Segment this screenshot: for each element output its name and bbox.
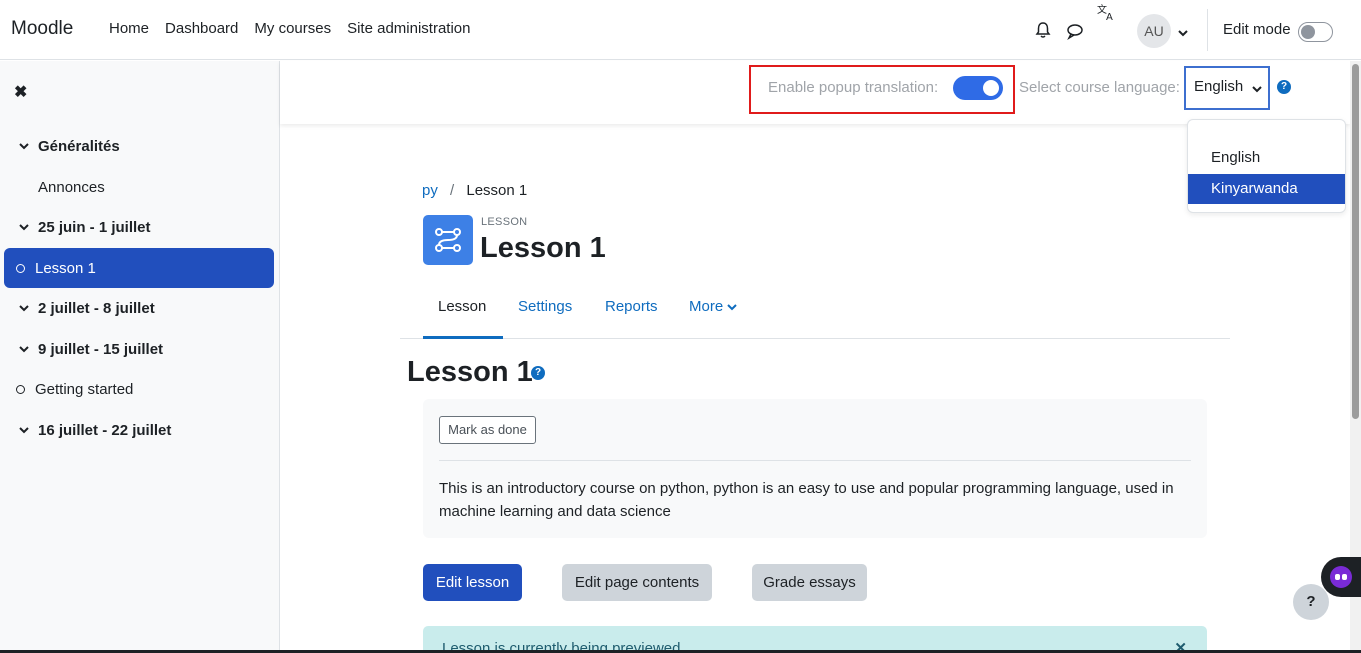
scrollbar-thumb[interactable] xyxy=(1352,64,1359,419)
course-index-section[interactable]: 25 juin - 1 juillet xyxy=(4,207,274,247)
grade-essays-button[interactable]: Grade essays xyxy=(752,564,867,601)
breadcrumb-course-link[interactable]: py xyxy=(422,182,438,199)
course-index-section[interactable]: 16 juillet - 22 juillet xyxy=(4,410,274,450)
course-index-section[interactable]: 9 juillet - 15 juillet xyxy=(4,329,274,369)
section-label: 9 juillet - 15 juillet xyxy=(38,340,164,358)
activity-type-label: LESSON xyxy=(481,216,528,228)
user-avatar[interactable]: AU xyxy=(1137,14,1171,48)
course-language-label: Select course language: xyxy=(1019,79,1180,96)
tab-more-label: More xyxy=(689,298,724,315)
selected-language: English xyxy=(1194,78,1244,95)
language-option-kinyarwanda[interactable]: Kinyarwanda xyxy=(1188,174,1345,204)
section-label: 25 juin - 1 juillet xyxy=(38,218,151,236)
secondary-navigation: Lesson Settings Reports More xyxy=(400,284,1230,339)
tab-reports[interactable]: Reports xyxy=(605,298,658,315)
completion-circle-icon xyxy=(16,384,25,394)
section-label: 2 juillet - 8 juillet xyxy=(38,299,155,317)
popup-translation-label: Enable popup translation: xyxy=(768,79,939,96)
language-dropdown-menu: English Kinyarwanda xyxy=(1187,119,1346,213)
language-option-english[interactable]: English xyxy=(1188,143,1345,173)
chatbot-icon xyxy=(1330,566,1352,588)
close-drawer-icon[interactable]: ✖ xyxy=(14,82,27,102)
chat-bubble-icon[interactable] xyxy=(1066,22,1084,44)
edit-page-contents-button[interactable]: Edit page contents xyxy=(562,564,712,601)
popup-translation-toggle[interactable] xyxy=(953,76,1003,100)
course-index-section[interactable]: Généralités xyxy=(4,126,274,166)
chevron-down-icon[interactable] xyxy=(18,422,38,439)
chevron-down-icon xyxy=(1252,86,1262,93)
footer-help-button[interactable]: ? xyxy=(1293,584,1329,620)
course-index-activity[interactable]: Getting started xyxy=(4,369,274,409)
nav-my-courses[interactable]: My courses xyxy=(254,20,331,37)
navbar-divider xyxy=(1207,9,1208,51)
activity-label: Getting started xyxy=(35,380,134,398)
course-language-select[interactable]: English xyxy=(1184,66,1270,110)
edit-mode-label: Edit mode xyxy=(1223,21,1291,38)
section-label: 16 juillet - 22 juillet xyxy=(38,421,172,439)
help-icon[interactable]: ? xyxy=(531,366,545,380)
section-label: Généralités xyxy=(38,137,120,155)
tab-settings[interactable]: Settings xyxy=(518,298,572,315)
chevron-down-icon[interactable] xyxy=(1178,24,1188,41)
course-index-activity[interactable]: Annonces xyxy=(4,167,274,207)
completion-circle-icon xyxy=(16,263,25,273)
edit-lesson-button[interactable]: Edit lesson xyxy=(423,564,522,601)
nav-dashboard[interactable]: Dashboard xyxy=(165,20,238,37)
tab-lesson[interactable]: Lesson xyxy=(438,298,486,315)
lesson-activity-icon xyxy=(423,215,473,265)
edit-mode-toggle[interactable] xyxy=(1298,22,1333,42)
preview-alert: Lesson is currently being previewed. ✕ xyxy=(423,626,1207,653)
nav-home[interactable]: Home xyxy=(109,20,149,37)
breadcrumb: py / Lesson 1 xyxy=(422,182,527,199)
chevron-down-icon[interactable] xyxy=(18,341,38,358)
course-index-activity-current[interactable]: Lesson 1 xyxy=(4,248,274,288)
lesson-heading: Lesson 1 xyxy=(407,356,533,388)
lesson-description: This is an introductory course on python… xyxy=(439,480,1174,520)
chevron-down-icon[interactable] xyxy=(18,300,38,317)
top-navbar: Moodle Home Dashboard My courses Site ad… xyxy=(0,0,1361,60)
site-brand[interactable]: Moodle xyxy=(11,18,73,40)
primary-navigation: Home Dashboard My courses Site administr… xyxy=(109,20,471,37)
breadcrumb-current: Lesson 1 xyxy=(466,182,528,199)
nav-site-administration[interactable]: Site administration xyxy=(347,20,470,37)
chevron-down-icon[interactable] xyxy=(18,219,38,236)
activity-label: Lesson 1 xyxy=(35,259,96,277)
chevron-down-icon[interactable] xyxy=(18,138,38,155)
course-index-section[interactable]: 2 juillet - 8 juillet xyxy=(4,288,274,328)
activity-divider xyxy=(439,460,1191,461)
translate-icon[interactable]: 文A xyxy=(1097,3,1117,25)
bell-icon[interactable] xyxy=(1034,21,1052,43)
help-icon[interactable]: ? xyxy=(1277,80,1291,94)
mark-as-done-button[interactable]: Mark as done xyxy=(439,416,536,444)
svg-text:A: A xyxy=(1106,12,1113,21)
chatbot-launcher[interactable] xyxy=(1321,557,1361,597)
tab-more[interactable]: More xyxy=(689,298,738,315)
page-title: Lesson 1 xyxy=(480,232,606,264)
active-tab-indicator xyxy=(423,336,503,339)
chevron-down-icon xyxy=(727,304,738,311)
breadcrumb-separator: / xyxy=(450,182,455,199)
activity-label: Annonces xyxy=(38,178,105,196)
